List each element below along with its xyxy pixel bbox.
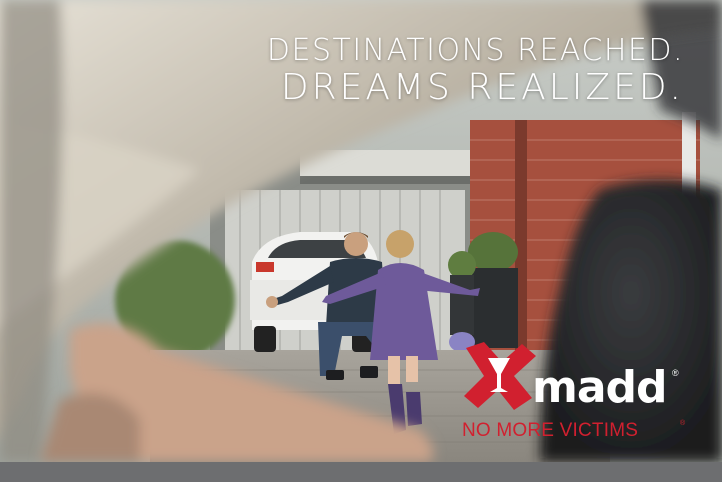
headline: DESTINATIONS REACHED. DREAMS REALIZED.	[267, 34, 684, 108]
bottom-bar	[0, 462, 722, 482]
madd-x-glass-icon	[464, 342, 536, 410]
headline-line-2: DREAMS REALIZED.	[280, 67, 684, 108]
registered-mark: ®	[672, 368, 679, 378]
tagline: NO MORE VICTIMS	[462, 420, 639, 441]
brand-name: madd	[532, 362, 668, 413]
headline-line-1: DESTINATIONS REACHED.	[266, 33, 684, 68]
madd-logo: madd ® NO MORE VICTIMS ®	[460, 340, 690, 441]
tagline-mark: ®	[680, 420, 686, 427]
advertisement: DESTINATIONS REACHED. DREAMS REALIZED. m…	[0, 0, 722, 462]
